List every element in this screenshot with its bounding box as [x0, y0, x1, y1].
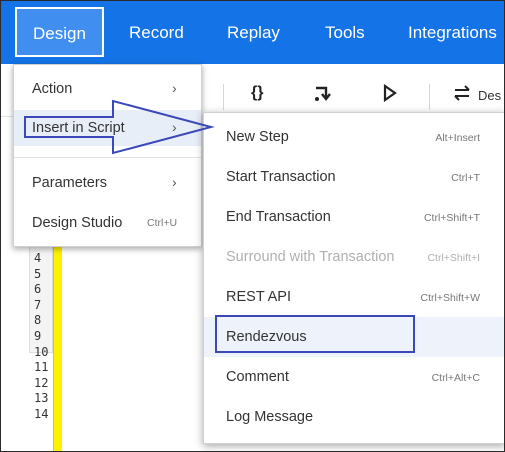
shortcut-label: Ctrl+Alt+C [431, 372, 480, 384]
chevron-right-icon: › [172, 80, 177, 96]
step-over-icon[interactable] [314, 84, 334, 107]
app-window: Design Record Replay Tools Integrations … [0, 0, 505, 452]
menu-item-label: New Step [226, 129, 289, 145]
main-ribbon: Design Record Replay Tools Integrations [1, 1, 504, 64]
toolbar-divider [429, 84, 430, 110]
shortcut-label: Ctrl+U [147, 217, 178, 229]
braces-icon[interactable]: {} [251, 84, 263, 102]
line-number: 6 [34, 282, 42, 297]
line-number: 5 [34, 266, 42, 281]
menu-item-comment[interactable]: Comment Ctrl+Alt+C [204, 357, 504, 397]
menu-divider [14, 157, 201, 158]
menu-item-rest-api[interactable]: REST API Ctrl+Shift+W [204, 277, 504, 317]
menu-item-label: Action [32, 81, 73, 97]
menu-item-end-transaction[interactable]: End Transaction Ctrl+Shift+T [204, 197, 504, 237]
line-number: 8 [34, 313, 42, 328]
menu-item-label: Start Transaction [226, 169, 336, 185]
shortcut-label: Ctrl+T [451, 172, 480, 184]
chevron-right-icon: › [172, 174, 177, 190]
shortcut-label: Ctrl+Shift+W [420, 292, 480, 304]
menu-item-label: End Transaction [226, 209, 331, 225]
menu-item-label: Log Message [226, 409, 314, 425]
shortcut-label: Ctrl+Shift+I [427, 252, 480, 264]
shortcut-label: Ctrl+Shift+T [423, 212, 480, 224]
menu-item-log-message[interactable]: Log Message [204, 397, 504, 437]
annotation-highlight-box [215, 315, 415, 353]
menu-item-surround-with-transaction[interactable]: Surround with Transaction Ctrl+Shift+I [204, 237, 504, 277]
menu-item-start-transaction[interactable]: Start Transaction Ctrl+T [204, 157, 504, 197]
tab-design[interactable]: Design [15, 7, 104, 57]
annotation-arrow-icon [24, 99, 215, 155]
tab-replay[interactable]: Replay [227, 1, 280, 64]
menu-item-parameters[interactable]: Parameters › [14, 165, 201, 201]
menu-item-label: Parameters [32, 175, 107, 191]
shortcut-label: Alt+Insert [435, 132, 480, 144]
swap-icon[interactable] [452, 84, 472, 107]
design-menu: Action › Insert in Script › Parameters ›… [13, 64, 202, 247]
menu-item-label: Comment [226, 369, 289, 385]
insert-in-script-submenu: New Step Alt+Insert Start Transaction Ct… [203, 112, 504, 444]
toolbar-partial-label[interactable]: Des [478, 88, 501, 103]
play-icon[interactable] [383, 83, 397, 107]
line-number: 14 [34, 406, 49, 421]
line-numbers: 4 5 6 7 8 9 10 11 12 13 14 [34, 251, 52, 423]
menu-item-design-studio[interactable]: Design Studio Ctrl+U [14, 205, 201, 241]
menu-item-label: REST API [226, 289, 292, 305]
tab-integrations[interactable]: Integrations [408, 1, 497, 64]
tab-tools[interactable]: Tools [325, 1, 365, 64]
menu-item-new-step[interactable]: New Step Alt+Insert [204, 117, 504, 157]
menu-item-label: Design Studio [32, 215, 123, 231]
menu-item-label: Surround with Transaction [226, 249, 395, 265]
line-number: 4 [34, 251, 42, 265]
line-number: 7 [34, 297, 42, 312]
tab-record[interactable]: Record [129, 1, 184, 64]
line-number: 10 [34, 344, 49, 359]
line-number: 11 [34, 360, 49, 375]
line-number: 9 [34, 328, 42, 343]
line-number: 12 [34, 375, 49, 390]
change-marker-bar [53, 241, 62, 451]
line-number: 13 [34, 391, 49, 406]
toolbar-divider [223, 84, 224, 110]
